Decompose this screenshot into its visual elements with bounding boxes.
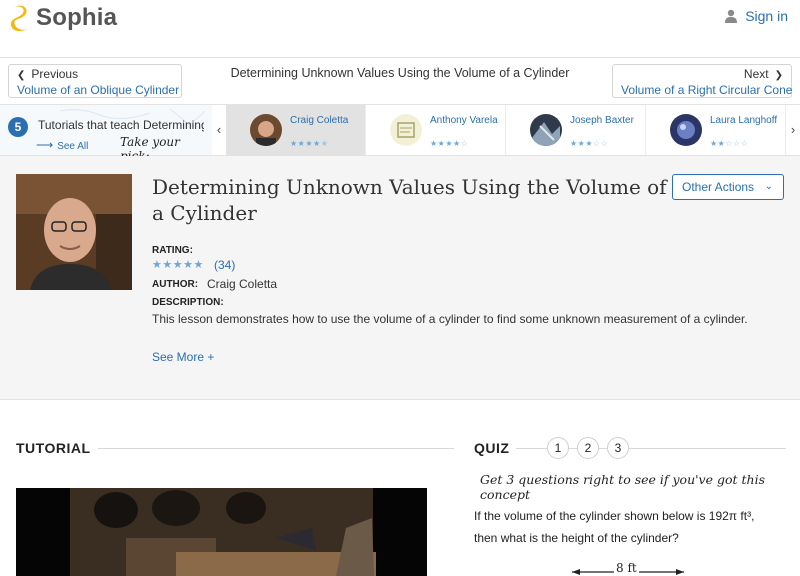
next-lesson-link: Volume of a Right Circular Cone	[621, 83, 793, 97]
carousel-next-icon[interactable]: ›	[786, 105, 800, 155]
rating-stars: ★★★★★	[152, 258, 204, 271]
tutorials-bar: 5 Tutorials that teach Determining Unkno…	[0, 104, 800, 163]
quiz-heading: QUIZ	[474, 440, 510, 456]
tutorials-summary: 5 Tutorials that teach Determining Unkno…	[0, 105, 212, 163]
tutorial-heading: TUTORIAL	[16, 440, 91, 456]
sophia-logo-icon	[10, 5, 28, 32]
avatar	[530, 114, 562, 146]
tutor-rating-stars: ★★☆☆☆	[710, 139, 749, 148]
avatar	[670, 114, 702, 146]
tutorials-label: Tutorials that teach Determining Unknown…	[38, 118, 204, 132]
arrow-right-icon: ⟶	[36, 138, 54, 152]
brand-name: Sophia	[36, 4, 118, 31]
chevron-left-icon: ❮	[17, 70, 26, 81]
tutorial-divider	[98, 448, 454, 449]
other-actions-dropdown[interactable]: Other Actions ⌄	[672, 174, 784, 200]
diameter-label: 8 ft	[614, 561, 639, 575]
tutorial-card-laura-langhoff[interactable]: Laura Langhoff ★★☆☆☆	[646, 105, 786, 155]
user-icon	[725, 9, 738, 23]
author-label: AUTHOR:	[152, 279, 199, 290]
tutor-name: Craig Coletta	[290, 115, 349, 126]
see-more-link[interactable]: See More +	[152, 350, 214, 364]
quiz-question-line-1: If the volume of the cylinder shown belo…	[474, 509, 755, 523]
see-all-link[interactable]: ⟶ See All	[36, 138, 88, 152]
tutor-name: Joseph Baxter	[570, 115, 634, 126]
previous-lesson-link: Volume of an Oblique Cylinder	[17, 83, 180, 97]
top-bar: Sophia Sign in	[0, 0, 800, 58]
rating-count-link[interactable]: (34)	[214, 258, 235, 272]
author-photo	[16, 174, 132, 290]
rating-star-glyphs: ★★★★★	[152, 259, 204, 271]
lesson-nav: ❮ Previous Volume of an Oblique Cylinder …	[0, 58, 800, 104]
quiz-question: If the volume of the cylinder shown belo…	[474, 505, 794, 549]
tutorial-count-badge: 5	[8, 117, 28, 137]
next-lesson-button[interactable]: Next ❯ Volume of a Right Circular Cone	[612, 64, 792, 98]
quiz-question-2-button[interactable]: 2	[577, 437, 599, 459]
quiz-subtitle: Get 3 questions right to see if you've g…	[480, 472, 765, 502]
previous-lesson-button[interactable]: ❮ Previous Volume of an Oblique Cylinder	[8, 64, 182, 98]
lesson-header: Determining Unknown Values Using the Vol…	[0, 156, 800, 400]
current-lesson-title: Determining Unknown Values Using the Vol…	[230, 66, 570, 80]
quiz-question-1-button[interactable]: 1	[547, 437, 569, 459]
tutor-name: Laura Langhoff	[710, 115, 778, 126]
other-actions-label: Other Actions	[682, 180, 755, 194]
tutorial-video-player[interactable]	[16, 488, 427, 576]
avatar	[250, 114, 282, 146]
sign-in-link[interactable]: Sign in	[725, 8, 788, 24]
quiz-question-line-2: then what is the height of the cylinder?	[474, 531, 679, 545]
diameter-measure: 8 ft	[570, 562, 686, 576]
chevron-right-icon: ❯	[774, 70, 783, 81]
tutor-rating-stars: ★★★★☆	[430, 139, 469, 148]
quiz-question-3-button[interactable]: 3	[607, 437, 629, 459]
lesson-title: Determining Unknown Values Using the Vol…	[152, 175, 667, 225]
avatar	[390, 114, 422, 146]
next-label-row: Next ❯	[621, 67, 783, 83]
sophia-logo[interactable]: Sophia	[10, 4, 117, 32]
tutorial-card-craig-coletta[interactable]: Craig Coletta ★★★★★	[226, 105, 366, 155]
tutorial-card-joseph-baxter[interactable]: Joseph Baxter ★★★☆☆	[506, 105, 646, 155]
carousel-prev-icon[interactable]: ‹	[212, 105, 226, 155]
author-name: Craig Coletta	[207, 277, 278, 291]
tutor-name: Anthony Varela	[430, 115, 498, 126]
chevron-down-icon: ⌄	[764, 181, 773, 192]
sign-in-label: Sign in	[745, 8, 788, 24]
tutor-rating-stars: ★★★☆☆	[570, 139, 609, 148]
next-label: Next	[743, 67, 769, 81]
lesson-description: This lesson demonstrates how to use the …	[152, 312, 748, 326]
tutorial-card-anthony-varela[interactable]: Anthony Varela ★★★★☆	[366, 105, 506, 155]
description-label: DESCRIPTION:	[152, 297, 224, 308]
tutor-rating-stars: ★★★★★	[290, 139, 329, 148]
rating-label: RATING:	[152, 245, 193, 256]
see-all-label: See All	[57, 141, 89, 152]
previous-label: Previous	[31, 67, 79, 81]
previous-label-row: ❮ Previous	[17, 67, 173, 83]
